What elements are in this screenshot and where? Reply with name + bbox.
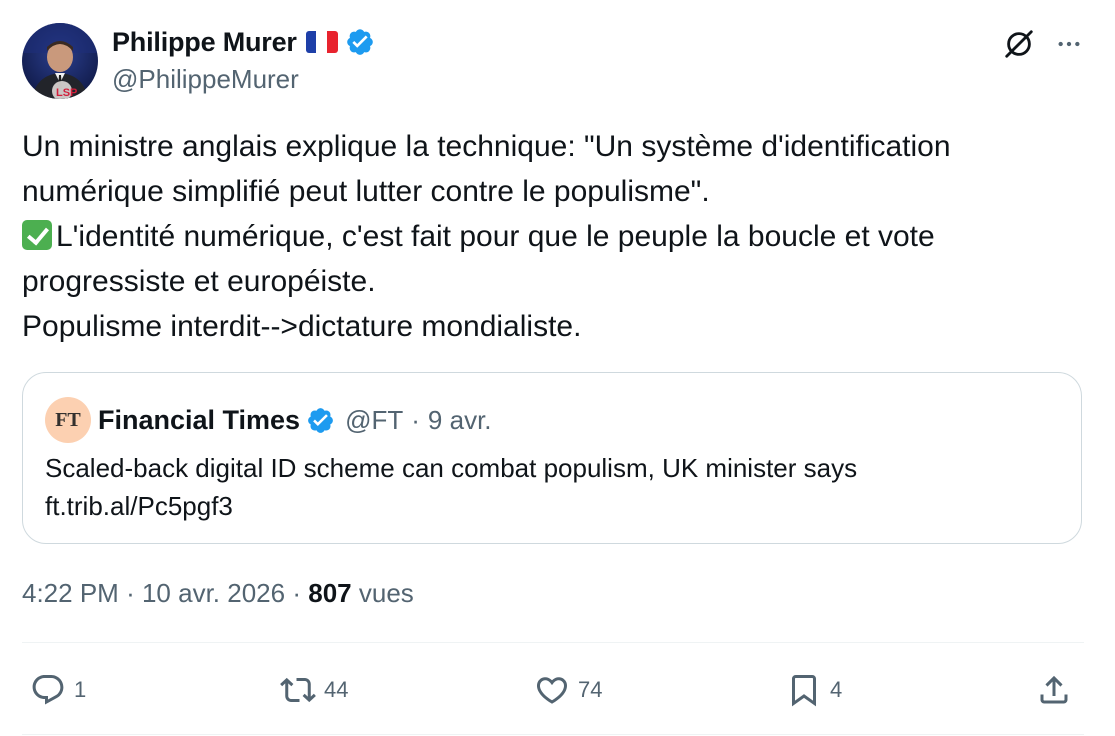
quoted-date: 9 avr. — [427, 404, 492, 435]
avatar[interactable]: LSP — [22, 23, 98, 99]
repost-count: 44 — [324, 677, 349, 702]
views-label: vues — [358, 578, 414, 608]
display-name[interactable]: Philippe Murer — [112, 27, 297, 58]
repost-icon — [280, 677, 316, 703]
views-count: 807 — [308, 578, 352, 608]
like-button[interactable]: 74 — [534, 666, 602, 714]
grok-icon[interactable] — [1001, 26, 1037, 62]
like-count: 74 — [578, 677, 603, 702]
bookmark-count: 4 — [830, 677, 843, 702]
post-line: Un ministre anglais explique la techniqu… — [22, 130, 951, 163]
divider — [22, 734, 1084, 735]
post-meta: 4:22 PM · 10 avr. 2026 · 807 vues — [22, 578, 414, 609]
divider — [22, 642, 1084, 643]
svg-text:LSP: LSP — [56, 87, 77, 99]
post-line: progressiste et européiste. — [22, 265, 376, 298]
handle[interactable]: @PhilippeMurer — [112, 64, 375, 95]
reply-button[interactable]: 1 — [30, 666, 86, 714]
bookmark-button[interactable]: 4 — [786, 666, 842, 714]
share-icon — [1040, 675, 1068, 704]
tweet: LSP Philippe Murer @PhilippeMurer Un min… — [0, 0, 1115, 736]
verified-badge-icon — [306, 406, 335, 435]
post-line: Populisme interdit-->dictature mondialis… — [22, 310, 582, 343]
heart-icon — [536, 677, 568, 704]
ft-logo-icon: FT — [45, 397, 91, 443]
post-line: L'identité numérique, c'est fait pour qu… — [22, 214, 1082, 259]
quoted-link[interactable]: ft.trib.al/Pc5pgf3 — [45, 487, 857, 525]
quoted-headline: Scaled-back digital ID scheme can combat… — [45, 453, 858, 483]
reply-icon — [32, 675, 64, 705]
check-mark-icon — [22, 220, 52, 250]
quoted-tweet-header: FT Financial Times @FT · 9 avr. — [45, 397, 492, 443]
action-bar: 1 44 74 4 — [0, 666, 1115, 714]
author-block: Philippe Murer @PhilippeMurer — [112, 24, 375, 95]
separator: · — [292, 578, 301, 608]
quoted-display-name: Financial Times — [98, 404, 301, 435]
reply-count: 1 — [74, 677, 87, 702]
post-date[interactable]: 10 avr. 2026 — [142, 578, 285, 608]
fr-flag-icon — [305, 31, 338, 53]
share-button[interactable] — [1036, 666, 1072, 714]
verified-badge-icon[interactable] — [345, 27, 375, 57]
post-line: numérique simplifié peut lutter contre l… — [22, 175, 710, 208]
quoted-handle: @FT — [345, 404, 404, 435]
more-icon[interactable] — [1051, 26, 1087, 62]
post-time[interactable]: 4:22 PM — [22, 578, 119, 608]
bookmark-icon — [792, 675, 816, 707]
separator: · — [126, 578, 135, 608]
separator: · — [411, 404, 420, 435]
quoted-tweet[interactable]: FT Financial Times @FT · 9 avr. Scaled-b… — [22, 372, 1082, 544]
repost-button[interactable]: 44 — [280, 666, 348, 714]
header-actions — [1001, 26, 1087, 62]
post-text: Un ministre anglais explique la techniqu… — [22, 124, 1082, 349]
quoted-text: Scaled-back digital ID scheme can combat… — [45, 449, 857, 525]
